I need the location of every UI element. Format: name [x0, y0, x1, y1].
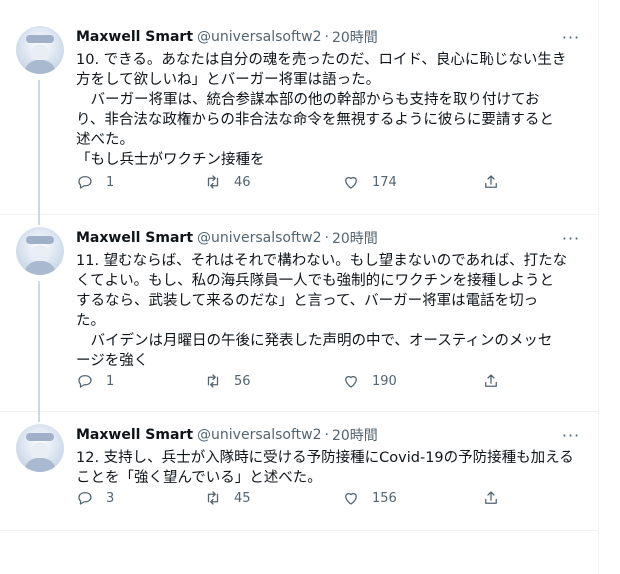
reply-count: 1	[106, 174, 115, 190]
retweet-icon	[207, 175, 219, 189]
share-icon	[485, 374, 497, 387]
author-name[interactable]: Maxwell Smart	[76, 427, 193, 443]
tweet-timestamp[interactable]: 20時間	[332, 425, 378, 445]
reply-count: 3	[106, 490, 115, 506]
author-handle[interactable]: @universalsoftw2	[197, 427, 321, 443]
tweet-header: Maxwell Smart @universalsoftw2 · 20時間	[76, 227, 582, 249]
thread-connector	[38, 412, 40, 422]
thread-connector	[38, 80, 40, 216]
reply-button[interactable]: 3	[76, 489, 114, 507]
more-icon[interactable]: ···	[560, 227, 582, 249]
like-button[interactable]: 190	[342, 372, 397, 390]
tweet[interactable]: Maxwell Smart @universalsoftw2 · 20時間 ··…	[0, 14, 598, 216]
separator-dot: ·	[324, 29, 329, 45]
retweet-button[interactable]: 56	[204, 372, 251, 390]
author-handle[interactable]: @universalsoftw2	[197, 29, 321, 45]
reply-icon	[78, 176, 92, 189]
retweet-button[interactable]: 45	[204, 489, 251, 507]
retweet-count: 46	[234, 174, 251, 190]
retweet-icon	[207, 491, 219, 505]
avatar[interactable]	[16, 227, 64, 275]
like-count: 190	[372, 373, 397, 389]
share-icon	[485, 491, 497, 504]
like-count: 174	[372, 174, 397, 190]
tweet-timestamp[interactable]: 20時間	[332, 228, 378, 248]
reply-button[interactable]: 1	[76, 173, 114, 191]
more-icon[interactable]: ···	[560, 424, 582, 446]
retweet-count: 45	[234, 490, 251, 506]
reply-icon	[78, 492, 92, 505]
share-button[interactable]	[482, 489, 500, 507]
tweet[interactable]: Maxwell Smart @universalsoftw2 · 20時間 ··…	[0, 215, 598, 413]
tweet-thread: Maxwell Smart @universalsoftw2 · 20時間 ··…	[0, 0, 599, 574]
like-icon	[345, 375, 357, 388]
author-handle[interactable]: @universalsoftw2	[197, 230, 321, 246]
tweet[interactable]: Maxwell Smart @universalsoftw2 · 20時間 ··…	[0, 412, 598, 531]
retweet-button[interactable]: 46	[204, 173, 251, 191]
share-icon	[485, 175, 497, 188]
retweet-count: 56	[234, 373, 251, 389]
share-button[interactable]	[482, 173, 500, 191]
share-button[interactable]	[482, 372, 500, 390]
tweet-text: 12. 支持し、兵士が入隊時に受ける予防接種にCovid-19の予防接種も加える…	[76, 450, 574, 486]
tweet-timestamp[interactable]: 20時間	[332, 27, 378, 47]
like-icon	[345, 492, 357, 505]
reply-count: 1	[106, 373, 115, 389]
like-button[interactable]: 174	[342, 173, 397, 191]
separator-dot: ·	[324, 230, 329, 246]
thread-connector	[38, 215, 40, 225]
tweet-text: 10. できる。あなたは自分の魂を売ったのだ、ロイド、良心に恥じない生き 方をし…	[76, 52, 567, 168]
retweet-icon	[207, 374, 219, 388]
like-count: 156	[372, 490, 397, 506]
more-icon[interactable]: ···	[560, 26, 582, 48]
reply-icon	[78, 375, 92, 388]
separator-dot: ·	[324, 427, 329, 443]
tweet-header: Maxwell Smart @universalsoftw2 · 20時間	[76, 26, 582, 48]
like-button[interactable]: 156	[342, 489, 397, 507]
avatar[interactable]	[16, 424, 64, 472]
reply-button[interactable]: 1	[76, 372, 114, 390]
avatar[interactable]	[16, 26, 64, 74]
thread-connector	[38, 281, 40, 413]
author-name[interactable]: Maxwell Smart	[76, 230, 193, 246]
like-icon	[345, 176, 357, 189]
tweet-text: 11. 望むならば、それはそれで構わない。もし望まないのであれば、打たな くてよ…	[76, 253, 568, 369]
author-name[interactable]: Maxwell Smart	[76, 29, 193, 45]
tweet-header: Maxwell Smart @universalsoftw2 · 20時間	[76, 424, 582, 446]
